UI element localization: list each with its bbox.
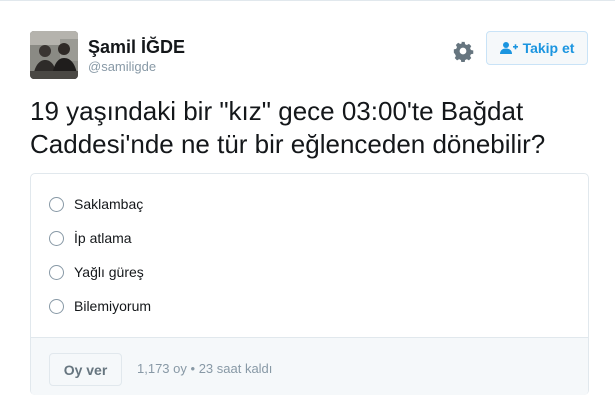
user-info: Şamil İĞDE @samiligde bbox=[88, 37, 185, 76]
tweet-text: 19 yaşındaki bir "kız" gece 03:00'te Bağ… bbox=[30, 96, 546, 159]
poll-option-label: İp atlama bbox=[74, 230, 132, 246]
add-user-icon bbox=[499, 42, 518, 54]
vote-button[interactable]: Oy ver bbox=[49, 353, 122, 386]
avatar[interactable] bbox=[30, 31, 78, 79]
poll-meta: 1,173 oy • 23 saat kaldı bbox=[137, 361, 272, 376]
poll-option-2[interactable]: İp atlama bbox=[49, 227, 132, 249]
poll-footer: Oy ver 1,173 oy • 23 saat kaldı bbox=[31, 337, 588, 395]
meta-separator: • bbox=[190, 361, 196, 376]
tweet-header: Şamil İĞDE @samiligde Takip et bbox=[30, 31, 590, 81]
user-handle[interactable]: @samiligde bbox=[88, 58, 185, 76]
poll-option-label: Bilemiyorum bbox=[74, 298, 152, 314]
poll-option-label: Yağlı güreş bbox=[74, 264, 144, 280]
profile-photo-icon bbox=[30, 31, 78, 79]
time-left: 23 saat kaldı bbox=[198, 361, 273, 376]
radio-button[interactable] bbox=[49, 196, 64, 212]
poll-option-1[interactable]: Saklambaç bbox=[49, 193, 143, 215]
radio-button[interactable] bbox=[49, 264, 64, 280]
poll-option-3[interactable]: Yağlı güreş bbox=[49, 261, 144, 283]
poll-option-label: Saklambaç bbox=[74, 196, 144, 212]
radio-button[interactable] bbox=[49, 230, 64, 246]
vote-count: 1,173 oy bbox=[137, 361, 187, 376]
poll-option-4[interactable]: Bilemiyorum bbox=[49, 295, 151, 317]
poll-card: Saklambaç İp atlama Yağlı güreş Bilemiyo… bbox=[30, 173, 589, 395]
follow-button[interactable]: Takip et bbox=[486, 31, 588, 65]
gear-icon-glyph bbox=[453, 41, 474, 63]
top-divider bbox=[0, 0, 615, 1]
radio-button[interactable] bbox=[49, 298, 64, 314]
display-name[interactable]: Şamil İĞDE bbox=[88, 37, 185, 57]
follow-label: Takip et bbox=[522, 40, 575, 56]
gear-icon[interactable] bbox=[452, 40, 474, 63]
